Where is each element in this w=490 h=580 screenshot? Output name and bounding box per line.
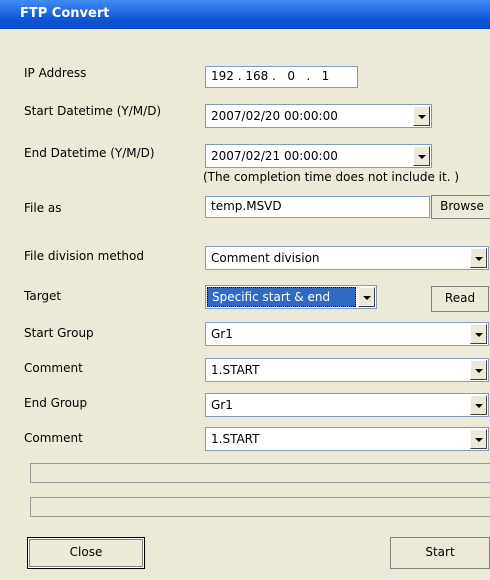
close-button[interactable]: Close: [27, 537, 145, 569]
end-comment-label: Comment: [24, 431, 83, 445]
file-division-value: Comment division: [211, 251, 320, 265]
start-datetime-picker[interactable]: 2007/02/20 00:00:00: [205, 104, 432, 128]
progress-bar-2: [30, 497, 490, 517]
window-title: FTP Convert: [20, 6, 110, 21]
start-comment-label: Comment: [24, 361, 83, 375]
chevron-down-icon[interactable]: [470, 395, 487, 415]
end-group-label: End Group: [24, 396, 88, 410]
start-group-value: Gr1: [211, 327, 233, 341]
end-group-select[interactable]: Gr1: [205, 393, 489, 417]
end-datetime-note: (The completion time does not include it…: [203, 170, 460, 184]
file-as-label: File as: [24, 201, 62, 215]
file-division-label: File division method: [24, 249, 144, 263]
ip-address-value: 192 . 168 . 0 . 1: [211, 69, 330, 83]
chevron-down-icon[interactable]: [413, 106, 430, 126]
title-bar: FTP Convert: [0, 0, 490, 29]
progress-bar-1: [30, 463, 490, 483]
start-datetime-value: 2007/02/20 00:00:00: [211, 109, 338, 123]
chevron-down-icon[interactable]: [470, 324, 487, 344]
ip-address-input[interactable]: 192 . 168 . 0 . 1: [205, 66, 358, 88]
chevron-down-icon[interactable]: [358, 287, 375, 307]
end-datetime-picker[interactable]: 2007/02/21 00:00:00: [205, 144, 432, 168]
chevron-down-icon[interactable]: [413, 146, 430, 166]
start-comment-value: 1.START: [211, 363, 260, 377]
file-division-select[interactable]: Comment division: [205, 246, 489, 270]
end-comment-select[interactable]: 1.START: [205, 427, 489, 451]
chevron-down-icon[interactable]: [470, 248, 487, 268]
end-comment-value: 1.START: [211, 432, 260, 446]
target-value: Specific start & end: [207, 287, 356, 307]
end-datetime-value: 2007/02/21 00:00:00: [211, 149, 338, 163]
read-button[interactable]: Read: [431, 286, 489, 312]
target-label: Target: [24, 289, 62, 303]
start-group-label: Start Group: [24, 326, 94, 340]
start-button[interactable]: Start: [390, 537, 490, 569]
chevron-down-icon[interactable]: [470, 360, 487, 380]
ip-address-label: IP Address: [24, 66, 87, 80]
file-as-input[interactable]: temp.MSVD: [205, 196, 430, 218]
target-select[interactable]: Specific start & end: [205, 285, 377, 309]
start-datetime-label: Start Datetime (Y/M/D): [24, 104, 162, 118]
chevron-down-icon[interactable]: [470, 429, 487, 449]
start-comment-select[interactable]: 1.START: [205, 358, 489, 382]
browse-button[interactable]: Browse: [431, 195, 490, 219]
start-group-select[interactable]: Gr1: [205, 322, 489, 346]
file-as-value: temp.MSVD: [211, 199, 282, 213]
end-datetime-label: End Datetime (Y/M/D): [24, 146, 155, 160]
end-group-value: Gr1: [211, 398, 233, 412]
